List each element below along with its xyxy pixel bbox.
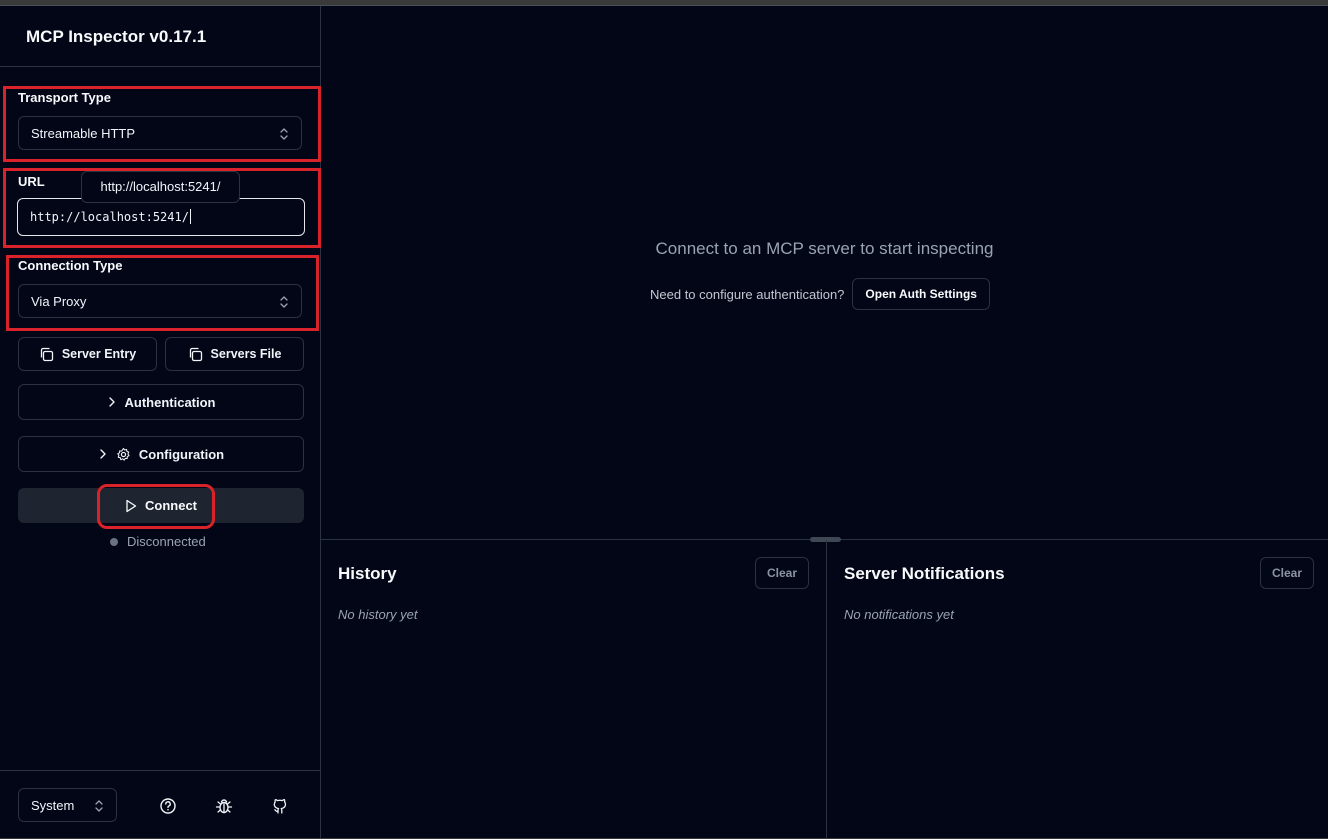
sidebar-footer: System (0, 770, 320, 839)
sidebar: MCP Inspector v0.17.1 Transport Type Str… (0, 6, 321, 838)
highlight-connect (97, 484, 215, 529)
auth-hint-text: Need to configure authentication? (650, 286, 845, 302)
history-title: History (338, 564, 397, 583)
open-auth-settings-button[interactable]: Open Auth Settings (852, 278, 990, 310)
sidebar-header: MCP Inspector v0.17.1 (0, 6, 320, 67)
copy-icon (189, 347, 202, 361)
highlight-transport (3, 86, 321, 162)
configuration-toggle[interactable]: Configuration (18, 436, 304, 472)
chevron-right-icon (100, 449, 106, 459)
help-icon[interactable] (159, 797, 177, 815)
theme-value: System (31, 798, 75, 813)
status-dot (110, 537, 118, 546)
history-panel: History Clear No history yet (321, 540, 827, 839)
notifications-title: Server Notifications (844, 564, 1005, 583)
app-title: MCP Inspector v0.17.1 (26, 27, 207, 46)
connection-status: Disconnected (110, 534, 206, 549)
bug-icon[interactable] (215, 797, 233, 815)
github-icon[interactable] (271, 797, 289, 815)
server-entry-button[interactable]: Server Entry (18, 337, 157, 371)
servers-file-button[interactable]: Servers File (165, 337, 304, 371)
chevron-up-down-icon (95, 800, 103, 812)
highlight-connection (6, 255, 319, 331)
history-empty: No history yet (338, 607, 418, 622)
copy-icon (40, 347, 53, 361)
gear-icon (117, 447, 130, 461)
inspector-app: MCP Inspector v0.17.1 Transport Type Str… (0, 5, 1328, 839)
status-text: Disconnected (127, 534, 206, 549)
chevron-right-icon (108, 397, 115, 407)
authentication-toggle[interactable]: Authentication (18, 384, 304, 420)
bottom-panels: History Clear No history yet Server Noti… (321, 537, 1328, 839)
theme-select[interactable]: System (18, 788, 117, 822)
clear-notifications-button[interactable]: Clear (1260, 557, 1314, 589)
highlight-url (3, 168, 321, 248)
empty-state-title: Connect to an MCP server to start inspec… (655, 239, 994, 258)
clear-history-button[interactable]: Clear (755, 557, 809, 589)
server-entry-label: Server Entry (61, 347, 137, 361)
notifications-empty: No notifications yet (844, 607, 954, 622)
authentication-label: Authentication (124, 394, 216, 410)
notifications-panel: Server Notifications Clear No notificati… (827, 540, 1328, 839)
configuration-label: Configuration (138, 446, 225, 462)
main-panel: Connect to an MCP server to start inspec… (321, 6, 1328, 839)
auth-prompt: Need to configure authentication? Open A… (650, 278, 990, 310)
servers-file-label: Servers File (210, 347, 282, 361)
